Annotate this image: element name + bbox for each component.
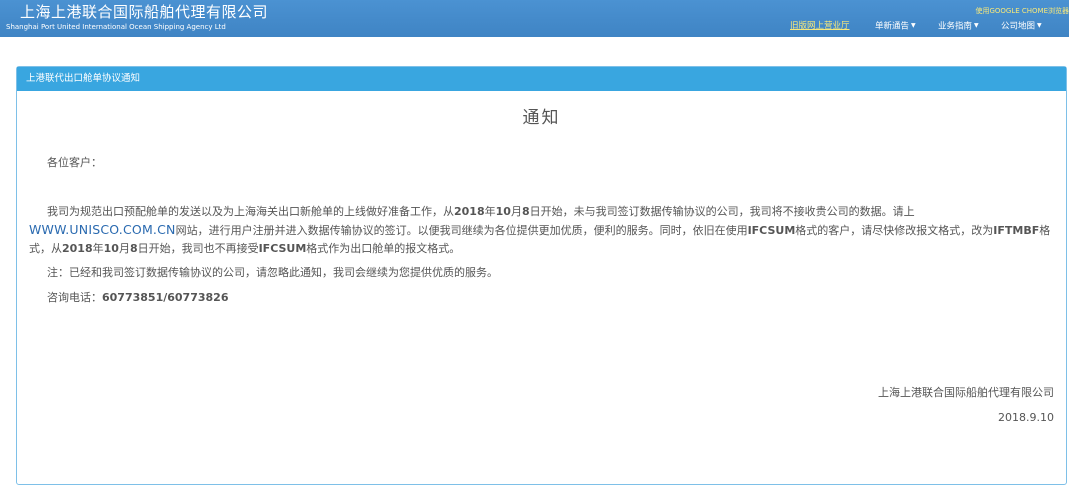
- top-navbar: 上海上港联合国际船舶代理有限公司 Shanghai Port United In…: [0, 0, 1069, 37]
- phone-number: 60773851/60773826: [102, 291, 229, 304]
- notice-body: 我司为规范出口预配舱单的发送以及为上海海关出口新舱单的上线做好准备工作，从201…: [29, 203, 1055, 258]
- signature-date: 2018.9.10: [998, 411, 1054, 424]
- nav-item-business-guide[interactable]: 业务指南 ▼: [938, 20, 979, 33]
- body-text: 网站，进行用户注册并进入数据传输协议的签订。以便我司继续为各位提供更加优质，便利…: [175, 224, 748, 237]
- nav-item-label: 旧版网上营业厅: [790, 21, 850, 31]
- body-date: 8: [129, 242, 138, 255]
- body-text: 我司为规范出口预配舱单的发送以及为上海海关出口新舱单的上线做好准备工作，从: [47, 205, 454, 218]
- nav-item-label: 公司地图: [1001, 21, 1036, 32]
- body-text: 年: [92, 242, 104, 255]
- signature-company: 上海上港联合国际船舶代理有限公司: [878, 386, 1054, 399]
- body-text: 日开始，我司也不再接受: [137, 242, 259, 255]
- nav-item-label: 单新通告: [875, 21, 910, 32]
- body-text: 格式的客户，请尽快修改报文格式，改为: [795, 224, 994, 237]
- notice-title: 通知: [522, 108, 561, 128]
- nav-item-legacy-portal[interactable]: 旧版网上营业厅: [790, 20, 850, 32]
- format-name: IFCSUM: [747, 224, 796, 237]
- brand-name-cn: 上海上港联合国际船舶代理有限公司: [20, 3, 269, 21]
- browser-recommendation-note: 使用GOOGLE CHOME浏览器: [975, 7, 1069, 15]
- notice-note: 注：已经和我司签订数据传输协议的公司，请忽略此通知，我司会继续为您提供优质的服务…: [47, 266, 498, 279]
- format-name: IFCSUM: [258, 242, 307, 255]
- nav-item-company-map[interactable]: 公司地图 ▼: [1001, 20, 1042, 33]
- caret-down-icon: ▼: [1037, 22, 1042, 29]
- website-link[interactable]: WWW.UNISCO.COM.CN: [29, 222, 176, 237]
- body-text: 日开始，未与我司签订数据传输协议的公司，我司将不接收贵公司的数据。请上: [529, 205, 915, 218]
- caret-down-icon: ▼: [911, 22, 916, 29]
- notice-panel: 上港联代出口舱单协议通知 通知 各位客户： 我司为规范出口预配舱单的发送以及为上…: [16, 66, 1067, 485]
- brand-name-en: Shanghai Port United International Ocean…: [6, 23, 226, 31]
- panel-header: 上港联代出口舱单协议通知: [17, 67, 1066, 91]
- body-date: 8: [521, 205, 530, 218]
- nav-item-label: 业务指南: [938, 21, 973, 32]
- body-text: 年: [484, 205, 496, 218]
- body-text: 月: [118, 242, 130, 255]
- body-date: 10: [495, 205, 511, 218]
- body-date: 2018: [454, 205, 485, 218]
- greeting: 各位客户：: [47, 156, 102, 169]
- contact-phone: 咨询电话：60773851/60773826: [47, 289, 228, 307]
- caret-down-icon: ▼: [974, 22, 979, 29]
- phone-label: 咨询电话：: [47, 291, 102, 304]
- brand[interactable]: 上海上港联合国际船舶代理有限公司 Shanghai Port United In…: [6, 3, 268, 32]
- body-text: 月: [510, 205, 522, 218]
- body-text: 格式作为出口舱单的报文格式。: [306, 242, 461, 255]
- body-date: 10: [103, 242, 119, 255]
- format-name: IFTMBF: [993, 224, 1040, 237]
- nav-item-notices[interactable]: 单新通告 ▼: [875, 20, 916, 33]
- body-date: 2018: [62, 242, 93, 255]
